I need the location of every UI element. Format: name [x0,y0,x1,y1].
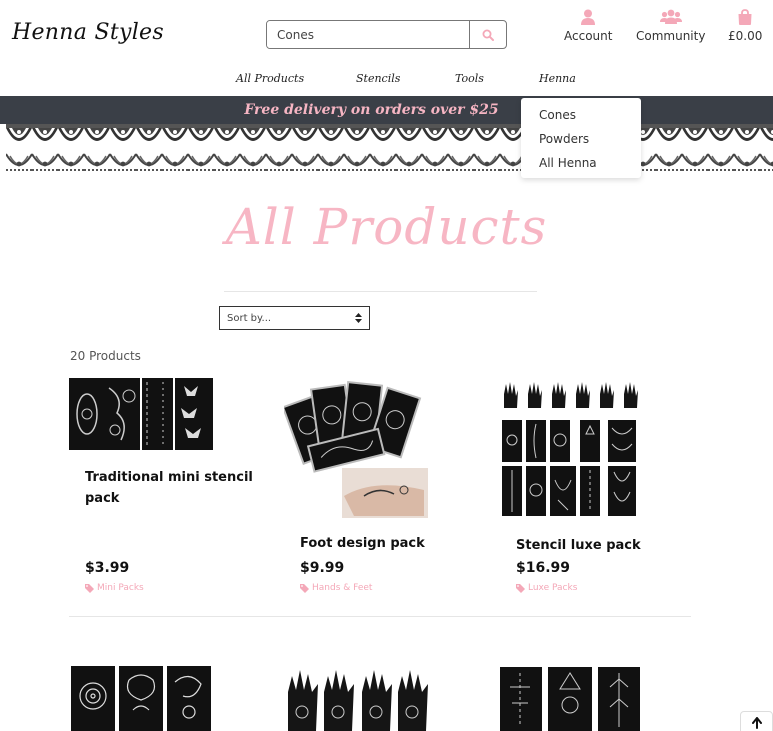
account-label: Account [564,29,613,43]
sort-caret-icon [355,313,362,323]
delivery-banner-text: Free delivery on orders over $25 [244,102,499,118]
product-row-divider [69,616,691,617]
delivery-banner: Free delivery on orders over $25 [0,96,773,124]
product-category: Hands & Feet [312,583,373,593]
sort-label: Sort by... [227,312,272,324]
bag-total: £0.00 [728,29,763,43]
product-count: 20 Products [70,349,141,363]
product-name[interactable]: Foot design pack [300,533,460,554]
nav-all-products[interactable]: All Products [236,72,304,85]
tag-icon [516,583,525,593]
henna-dropdown-menu: Cones Powders All Henna [521,98,641,178]
shopping-bag-icon [738,9,752,25]
product-category-link[interactable]: Luxe Packs [516,583,577,593]
dropdown-item-powders[interactable]: Powders [521,130,641,154]
product-image-foot-design[interactable] [281,378,429,522]
tag-icon [85,583,94,593]
product-price: $9.99 [300,560,345,576]
dropdown-item-cones[interactable]: Cones [521,106,641,130]
user-icon [581,9,596,25]
search-button[interactable] [469,21,506,48]
product-price: $16.99 [516,560,571,576]
sort-select[interactable]: Sort by... [219,306,370,330]
community-link[interactable]: Community [636,9,705,43]
product-category: Mini Packs [97,583,144,593]
product-image-row2-2[interactable] [284,666,432,731]
product-image-row2-3[interactable] [500,667,642,731]
product-category-link[interactable]: Hands & Feet [300,583,372,593]
page-title: All Products [225,198,548,256]
users-icon [659,9,682,24]
nav-henna[interactable]: Henna [539,72,576,85]
product-category: Luxe Packs [528,583,578,593]
account-link[interactable]: Account [564,9,612,43]
product-category-link[interactable]: Mini Packs [85,583,144,593]
search-bar [266,20,507,49]
product-image-row2-1[interactable] [71,666,214,731]
product-price: $3.99 [85,560,130,576]
nav-tools[interactable]: Tools [455,72,484,85]
henna-pattern-decoration [6,124,773,174]
product-name[interactable]: Stencil luxe pack [516,535,676,556]
arrow-up-icon [751,717,762,729]
site-logo[interactable]: Henna Styles [12,20,164,45]
title-divider [224,291,537,292]
product-name[interactable]: Traditional mini stencil pack [85,467,255,509]
tag-icon [300,583,309,593]
product-image-mini-stencil[interactable] [69,378,213,454]
product-image-luxe-pack[interactable] [500,380,640,522]
back-to-top-button[interactable] [740,711,773,731]
shopping-bag-link[interactable]: £0.00 [728,9,762,43]
community-label: Community [636,29,706,43]
dropdown-item-all-henna[interactable]: All Henna [521,154,641,178]
search-input[interactable] [267,21,469,48]
nav-stencils[interactable]: Stencils [356,72,400,85]
search-icon [482,29,494,41]
